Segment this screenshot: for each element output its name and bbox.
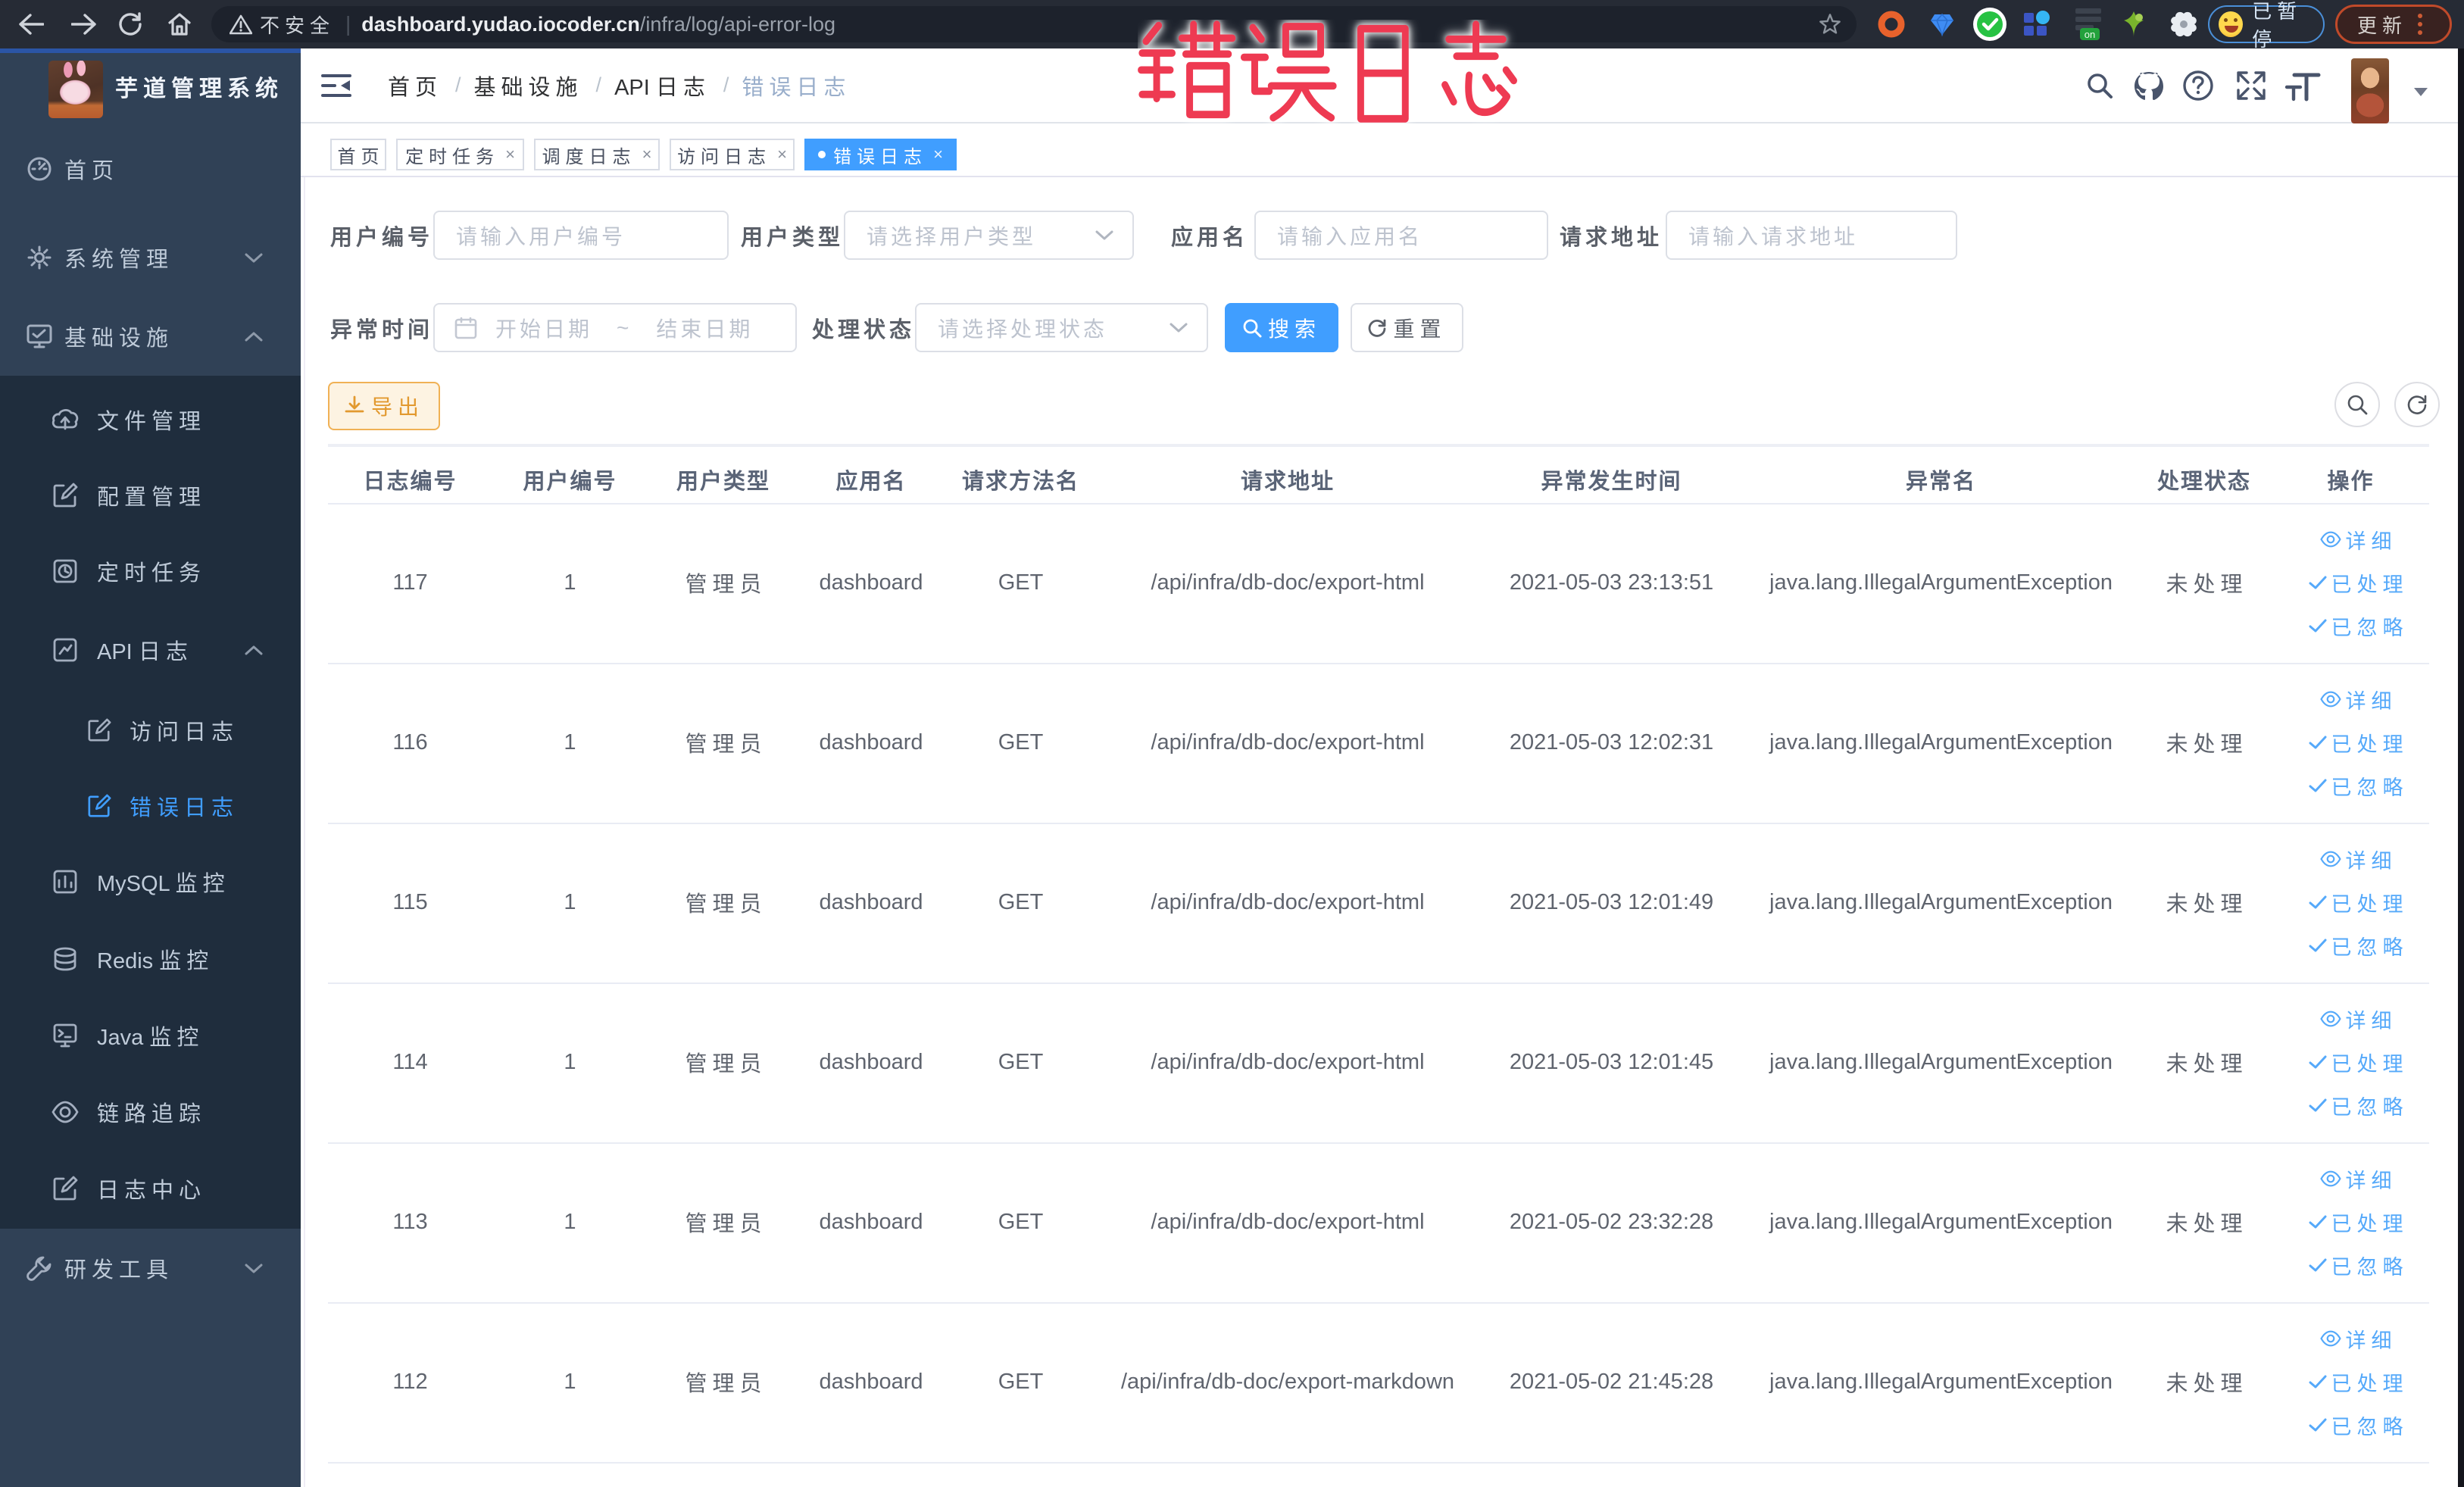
svg-text:on: on xyxy=(2085,29,2095,40)
